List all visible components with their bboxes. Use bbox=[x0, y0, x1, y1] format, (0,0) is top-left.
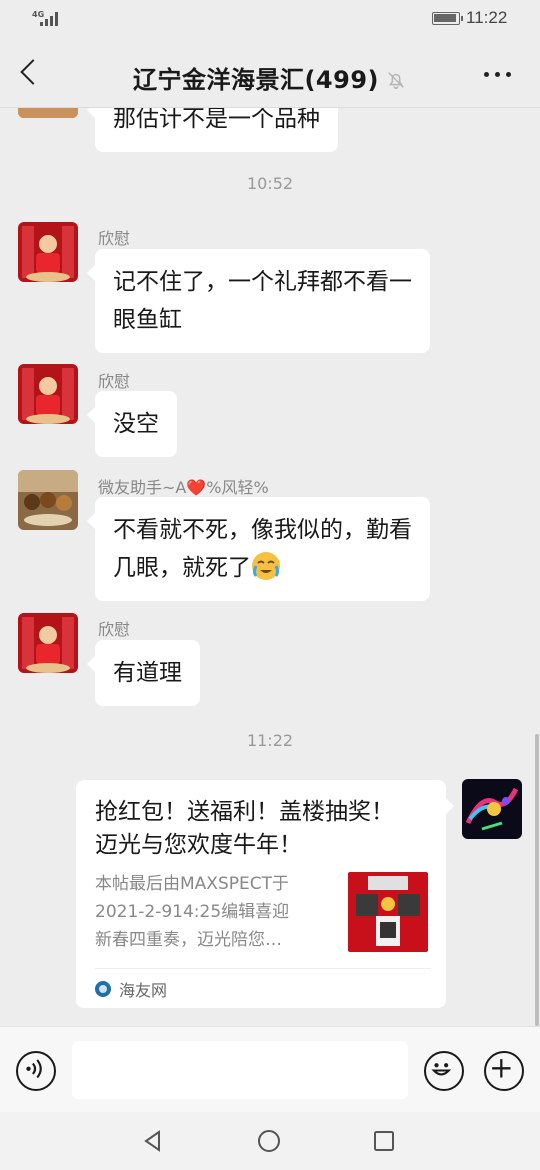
message-text-line: 几眼，就死了 bbox=[113, 555, 251, 581]
message-text-line: 眼鱼缸 bbox=[113, 307, 182, 333]
system-navigation-bar bbox=[0, 1112, 540, 1170]
message-text-line: 有道理 bbox=[113, 660, 182, 686]
message-bubble[interactable]: 没空 bbox=[87, 391, 177, 457]
link-card-title-line: 迈光与您欢度牛年！ bbox=[95, 832, 302, 858]
message-text: 那估计不是一个品种 bbox=[113, 108, 320, 132]
circle-home-icon[interactable] bbox=[257, 1129, 281, 1153]
sender-name: 欣慰 bbox=[98, 620, 131, 639]
message-bubble[interactable]: 不看就不死，像我似的，勤看 几眼，就死了 bbox=[87, 497, 430, 601]
signal-icon: 4G bbox=[32, 10, 62, 28]
message-text-line: 记不住了，一个礼拜都不看一 bbox=[113, 269, 412, 295]
source-logo-icon bbox=[95, 980, 111, 997]
sender-name: 欣慰 bbox=[98, 372, 131, 391]
chat-messages: 那估计不是一个品种 10:52 欣慰 记不住了，一个礼拜都不看一 眼鱼缸 欣慰 … bbox=[0, 108, 540, 1026]
status-bar: 4G 11:22 bbox=[0, 0, 540, 38]
message-bubble[interactable]: 有道理 bbox=[87, 640, 200, 706]
timestamp: 11:22 bbox=[246, 731, 294, 750]
emoji-icon[interactable] bbox=[424, 1051, 464, 1091]
plus-icon[interactable] bbox=[484, 1051, 524, 1091]
avatar[interactable] bbox=[18, 222, 78, 282]
link-card-source-name: 海友网 bbox=[119, 980, 168, 1000]
link-card-description: 本帖最后由MAXSPECT于 2021-2-914:25编辑喜迎 新春四重奏，迈… bbox=[95, 870, 335, 954]
more-dots-icon[interactable] bbox=[484, 64, 514, 84]
avatar[interactable] bbox=[18, 613, 78, 673]
link-card-title-line: 抢红包！送福利！盖楼抽奖！ bbox=[95, 799, 394, 825]
avatar[interactable] bbox=[18, 108, 78, 118]
message-text-line: 不看就不死，像我似的，勤看 bbox=[113, 517, 412, 543]
link-card-description-line: 2021-2-914:25编辑喜迎 bbox=[95, 902, 290, 922]
triangle-back-icon[interactable] bbox=[141, 1129, 165, 1153]
avatar[interactable] bbox=[18, 470, 78, 530]
status-time: 11:22 bbox=[466, 8, 508, 27]
bell-off-icon bbox=[388, 72, 404, 89]
link-card-thumbnail bbox=[348, 872, 428, 952]
input-bar bbox=[0, 1026, 540, 1112]
my-avatar[interactable] bbox=[462, 779, 522, 839]
avatar[interactable] bbox=[18, 364, 78, 424]
chat-title-wrap: 辽宁金洋海景汇(499) bbox=[0, 60, 540, 95]
link-card-title: 抢红包！送福利！盖楼抽奖！ 迈光与您欢度牛年！ bbox=[95, 796, 430, 862]
chat-header: 辽宁金洋海景汇(499) bbox=[0, 38, 540, 108]
sender-name: 欣慰 bbox=[98, 229, 131, 248]
crying-emoji-icon bbox=[252, 552, 280, 580]
link-card-source: 海友网 bbox=[95, 968, 431, 1008]
voice-icon[interactable] bbox=[16, 1051, 56, 1091]
square-recent-icon[interactable] bbox=[372, 1129, 396, 1153]
message-bubble[interactable]: 记不住了，一个礼拜都不看一 眼鱼缸 bbox=[87, 249, 430, 353]
message-text-line: 没空 bbox=[113, 411, 159, 437]
chat-title: 辽宁金洋海景汇(499) bbox=[132, 66, 380, 94]
link-card-description-line: 新春四重奏，迈光陪您… bbox=[95, 930, 282, 950]
link-card-description-line: 本帖最后由MAXSPECT于 bbox=[95, 874, 289, 894]
chat-scrollbar[interactable] bbox=[535, 734, 539, 1026]
timestamp: 10:52 bbox=[246, 174, 294, 193]
message-input[interactable] bbox=[72, 1041, 408, 1099]
battery-icon bbox=[432, 12, 463, 25]
sender-name: 微友助手~A❤️%风轻% bbox=[98, 478, 269, 497]
message-bubble[interactable]: 那估计不是一个品种 bbox=[87, 108, 338, 152]
link-card[interactable]: 抢红包！送福利！盖楼抽奖！ 迈光与您欢度牛年！ 本帖最后由MAXSPECT于 2… bbox=[76, 780, 454, 1008]
